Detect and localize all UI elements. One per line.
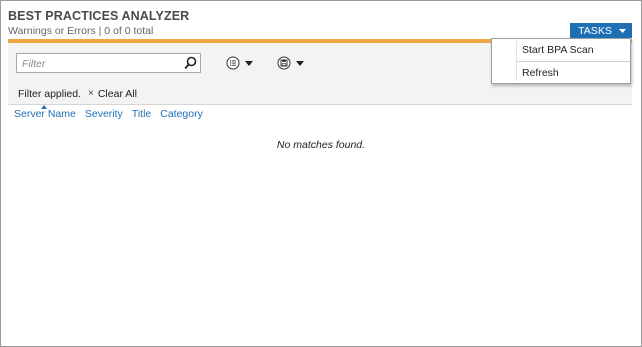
chevron-down-icon <box>296 60 304 66</box>
view-options-button[interactable] <box>226 55 253 71</box>
empty-results-message: No matches found. <box>276 139 366 151</box>
column-title[interactable]: Title <box>132 108 151 120</box>
menu-item-start-bpa-scan[interactable]: Start BPA Scan <box>522 44 594 56</box>
save-query-button[interactable] <box>277 55 304 71</box>
close-icon: × <box>88 88 94 99</box>
list-options-icon <box>226 56 240 70</box>
clear-all-label: Clear All <box>97 88 137 100</box>
chevron-down-icon <box>618 28 626 33</box>
tasks-label: TASKS <box>578 24 612 37</box>
column-severity[interactable]: Severity <box>85 108 123 120</box>
divider <box>8 104 632 105</box>
tasks-button[interactable]: TASKS <box>570 23 632 38</box>
column-category[interactable]: Category <box>160 108 203 120</box>
filter-input[interactable] <box>17 55 182 73</box>
save-query-icon <box>277 56 291 70</box>
column-headers: Server Name Severity Title Category <box>14 108 212 120</box>
menu-separator <box>517 61 630 62</box>
column-server-name[interactable]: Server Name <box>14 108 76 120</box>
tasks-menu: Start BPA Scan Refresh <box>491 38 631 84</box>
tile-subtitle: Warnings or Errors | 0 of 0 total <box>8 25 154 37</box>
chevron-down-icon <box>245 60 253 66</box>
clear-all-button[interactable]: × Clear All <box>88 88 137 100</box>
sort-indicator-icon <box>41 105 47 109</box>
filter-field[interactable] <box>16 53 201 73</box>
search-icon[interactable] <box>184 56 197 70</box>
filter-applied-label: Filter applied. <box>18 88 82 100</box>
menu-item-refresh[interactable]: Refresh <box>522 67 559 79</box>
tile-title: BEST PRACTICES ANALYZER <box>8 9 190 23</box>
